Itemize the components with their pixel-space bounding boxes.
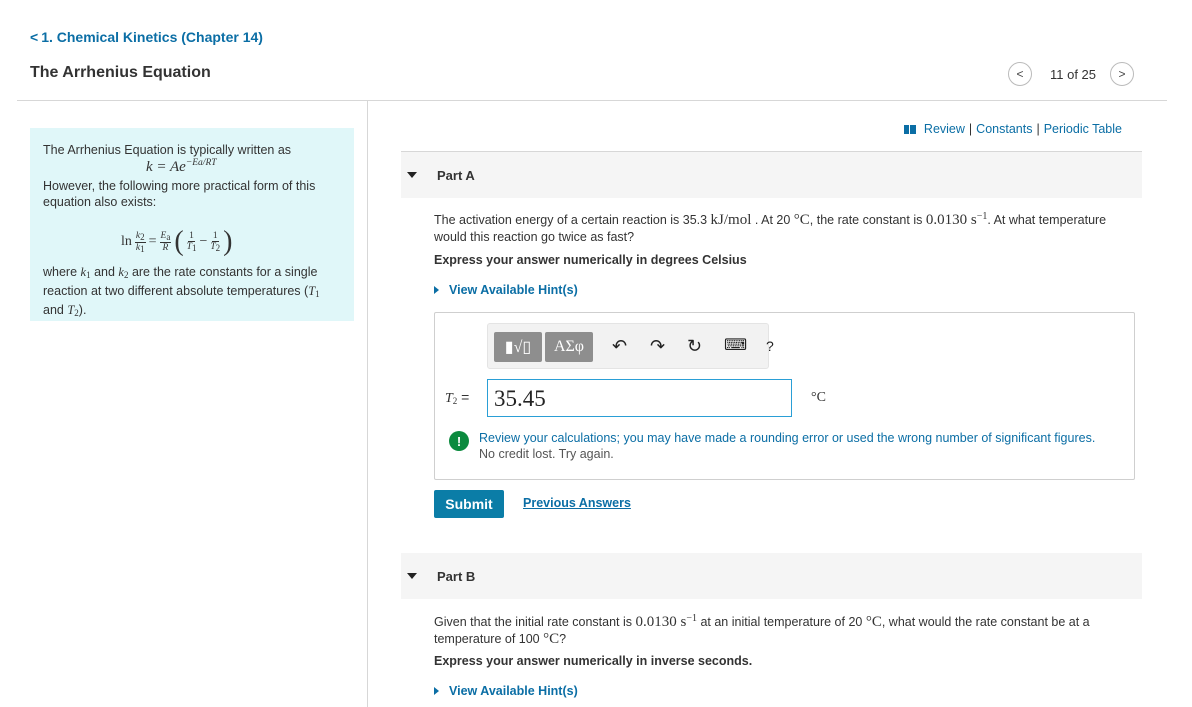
answer-unit: °C	[811, 390, 826, 405]
redo-icon[interactable]: ↷	[650, 336, 665, 356]
next-item-button[interactable]: >	[1110, 62, 1135, 86]
math-toolbar: ▮√▯ ΑΣφ ↶ ↷ ↻ ⌨ ?	[487, 323, 774, 369]
breadcrumb[interactable]: <1. Chemical Kinetics (Chapter 14)	[30, 29, 263, 45]
part-b-hint-toggle[interactable]: View Available Hint(s)	[434, 684, 578, 698]
part-b-header[interactable]: Part B	[401, 553, 1142, 599]
pager-count: 11 of 25	[1050, 66, 1097, 82]
arrhenius-formula: k = Ae−Ea/RT	[146, 158, 217, 175]
arrhenius-two-point-formula: ln k2 k1 = Ea R ( 1 T1 − 1 T2 )	[121, 226, 233, 257]
collapse-triangle-icon	[407, 172, 417, 178]
chevron-left-icon: <	[1016, 67, 1024, 81]
greek-symbols-button[interactable]: ΑΣφ	[545, 332, 593, 362]
expand-triangle-icon	[434, 687, 439, 695]
undo-icon[interactable]: ↶	[612, 336, 627, 356]
intro-line-2: However, the following more practical fo…	[43, 179, 316, 209]
intro-line-3: where k1 and k2 are the rate constants f…	[43, 265, 320, 318]
answer-variable-label: T2 =	[445, 389, 470, 406]
previous-answers-link[interactable]: Previous Answers	[523, 496, 631, 510]
keyboard-icon[interactable]: ⌨	[724, 336, 747, 356]
part-a-question: The activation energy of a certain react…	[434, 211, 1107, 245]
chevron-right-icon: >	[1118, 67, 1126, 81]
answer-input[interactable]: 35.45	[487, 379, 792, 417]
chevron-left-icon: <	[30, 29, 39, 45]
periodic-table-link[interactable]: Periodic Table	[1044, 122, 1122, 136]
part-b-label: Part B	[437, 568, 476, 584]
part-b-instruction: Express your answer numerically in inver…	[434, 654, 753, 668]
part-a-hint-toggle[interactable]: View Available Hint(s)	[434, 283, 578, 297]
feedback-main-text: Review your calculations; you may have m…	[479, 431, 1096, 445]
part-a-label: Part A	[437, 167, 475, 183]
feedback-message: ! Review your calculations; you may have…	[449, 430, 1095, 462]
exclamation-icon: !	[449, 431, 469, 451]
resource-links: Review | Constants | Periodic Table	[903, 122, 1122, 136]
pager: < 11 of 25 >	[1008, 62, 1135, 86]
constants-link[interactable]: Constants	[976, 122, 1032, 136]
page-title: The Arrhenius Equation	[30, 64, 211, 81]
breadcrumb-label: 1. Chemical Kinetics (Chapter 14)	[41, 29, 263, 45]
help-icon[interactable]: ?	[766, 336, 774, 356]
submit-button[interactable]: Submit	[434, 490, 504, 518]
answer-box: ▮√▯ ΑΣφ ↶ ↷ ↻ ⌨ ? T2 = 35.45 °C ! Review…	[434, 312, 1135, 480]
review-link[interactable]: Review	[924, 122, 965, 136]
collapse-triangle-icon	[407, 573, 417, 579]
feedback-sub-text: No credit lost. Try again.	[479, 447, 614, 461]
book-icon	[903, 124, 916, 134]
prev-item-button[interactable]: <	[1008, 62, 1032, 86]
header-divider	[17, 100, 1167, 101]
part-a-instruction: Express your answer numerically in degre…	[434, 253, 747, 267]
expand-triangle-icon	[434, 286, 439, 294]
part-b-question: Given that the initial rate constant is …	[434, 613, 1090, 648]
column-divider	[367, 100, 368, 707]
templates-button[interactable]: ▮√▯	[494, 332, 542, 362]
reset-icon[interactable]: ↻	[687, 336, 702, 356]
part-a-header[interactable]: Part A	[401, 152, 1142, 198]
intro-panel: The Arrhenius Equation is typically writ…	[30, 128, 354, 321]
